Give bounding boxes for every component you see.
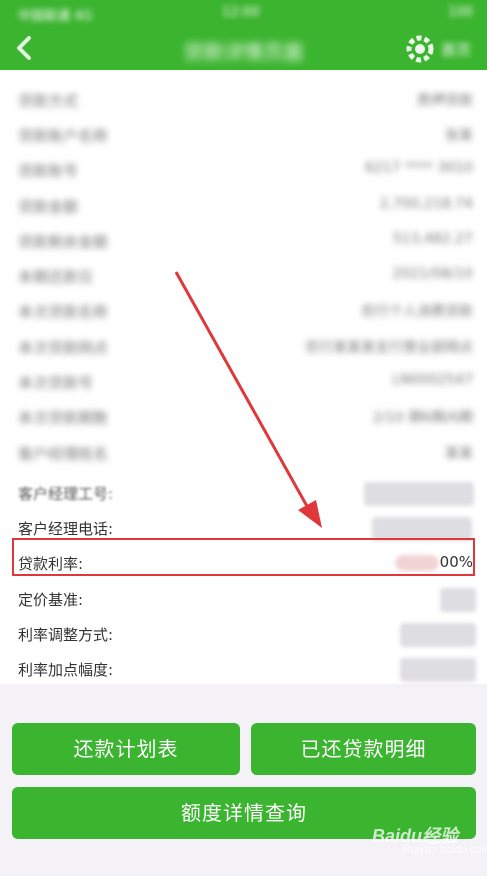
row-value: 张某 (445, 128, 473, 144)
detail-row-repay-date: 本期还款日 2021/08/10 (0, 259, 487, 294)
app-header: 中国联通 4G 12:00 100 贷款详情页面 首页 (0, 0, 487, 70)
detail-row-account-name: 贷款账户名称 张某 (0, 118, 487, 153)
row-value: 农行某某某支行营业部网点 (305, 340, 473, 356)
row-value: 2021/08/10 (392, 266, 473, 282)
row-label: 本次贷款网点 (18, 339, 109, 357)
row-value: 6217 **** 3010 (364, 160, 473, 176)
row-label: 本期还款日 (18, 268, 94, 286)
row-value: 某某 (445, 446, 473, 462)
detail-row-loan-method: 贷款方式 质押贷款 (0, 83, 487, 118)
carrier-text: 中国联通 4G (18, 9, 93, 24)
row-label: 贷款方式 (18, 92, 79, 110)
row-label: 本次贷款名称 (18, 303, 109, 321)
clock-text: 12:00 (222, 5, 260, 20)
row-label: 贷款金额 (18, 198, 79, 216)
loan-rate-highlight (12, 538, 475, 576)
row-label: 本次贷款号 (18, 374, 94, 392)
row-label: 定价基准: (18, 591, 84, 609)
detail-row-loan-branch: 本次贷款网点 农行某某某支行营业部网点 (0, 330, 487, 365)
row-value: 质押贷款 (417, 93, 473, 109)
battery-text: 100 (448, 5, 473, 20)
detail-row-loan-amount: 贷款金额 2,700,218.74 (0, 189, 487, 224)
row-label: 贷款账号 (18, 162, 79, 180)
detail-row-manager-id: 客户经理工号: (0, 476, 487, 511)
detail-row-remaining-amount: 贷款剩余金额 513,482.27 (0, 224, 487, 259)
detail-row-account-number: 贷款账号 6217 **** 3010 (0, 153, 487, 188)
row-label: 利率调整方式: (18, 626, 114, 644)
detail-row-rate-markup: 利率加点幅度: (0, 652, 487, 687)
loan-detail-list: 贷款方式 质押贷款 贷款账户名称 张某 贷款账号 6217 **** 3010 … (0, 70, 487, 684)
watermark-main: Baidu经验 (372, 826, 459, 846)
detail-row-loan-periods: 本次贷款期数 2/10 期6期/6期 (0, 400, 487, 435)
row-value: 513,482.27 (392, 231, 473, 247)
row-label: 客户经理电话: (18, 520, 114, 538)
repaid-details-button[interactable]: 已还贷款明细 (251, 723, 476, 775)
watermark-sub: jingyan.baidu.com (402, 844, 487, 856)
detail-row-manager-name: 客户经理姓名 某某 (0, 436, 487, 471)
detail-row-rate-adjust-method: 利率调整方式: (0, 617, 487, 652)
redacted-value (400, 658, 476, 682)
status-bar: 中国联通 4G 12:00 100 (0, 0, 487, 26)
detail-row-loan-number: 本次贷款号 LN0002547 (0, 365, 487, 400)
home-button[interactable]: 首页 (405, 32, 477, 64)
row-value: 2,700,218.74 (379, 196, 473, 212)
row-label: 贷款账户名称 (18, 127, 109, 145)
row-label: 贷款剩余金额 (18, 233, 109, 251)
redacted-value (400, 623, 476, 647)
row-label: 客户经理工号: (18, 485, 114, 503)
nav-bar: 贷款详情页面 首页 (0, 26, 487, 70)
baidu-watermark: Baidu经验 jingyan.baidu.com (372, 822, 487, 856)
row-label: 客户经理姓名 (18, 445, 109, 463)
row-value: LN0002547 (392, 372, 473, 388)
home-label: 首页 (441, 41, 472, 59)
repayment-plan-button[interactable]: 还款计划表 (12, 723, 240, 775)
row-label: 本次贷款期数 (18, 409, 109, 427)
home-gear-icon (406, 35, 434, 63)
row-label: 利率加点幅度: (18, 661, 114, 679)
detail-row-loan-name: 本次贷款名称 农行个人消费贷款 (0, 294, 487, 329)
redacted-value (364, 482, 474, 506)
redacted-value (440, 588, 476, 612)
detail-row-pricing-base: 定价基准: (0, 582, 487, 617)
row-value: 农行个人消费贷款 (361, 304, 473, 320)
row-value: 2/10 期6期/6期 (372, 410, 473, 426)
